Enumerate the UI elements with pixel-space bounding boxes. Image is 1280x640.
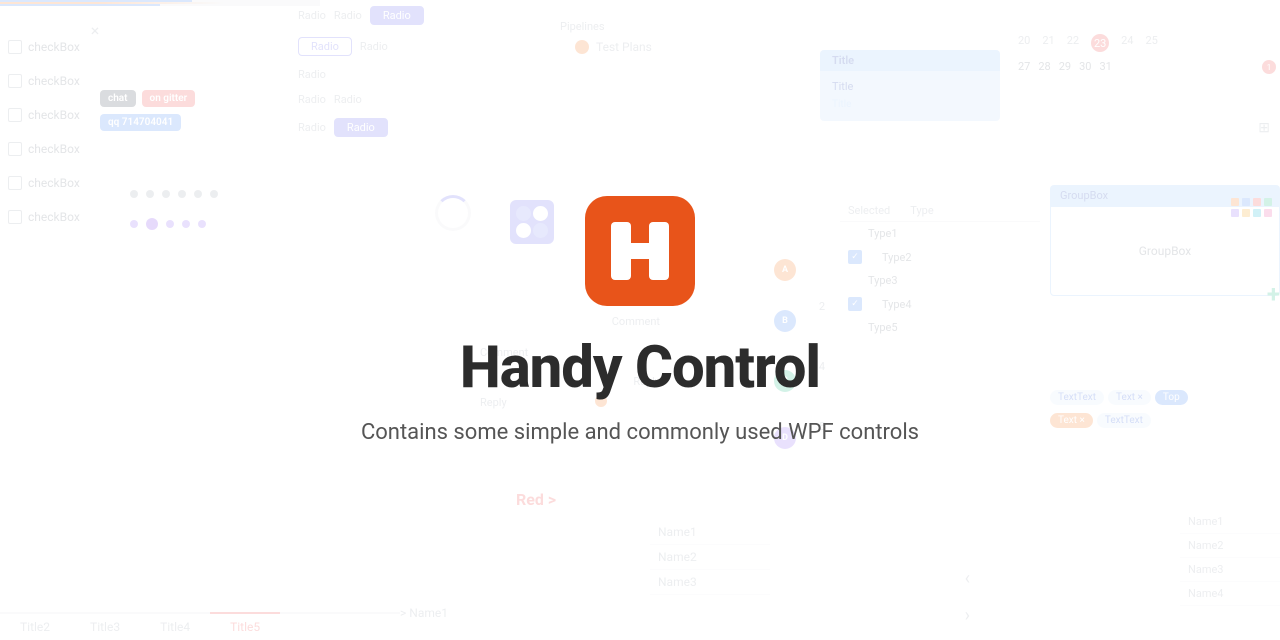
logo-h-icon [605,216,675,286]
foreground-content: Handy Control Contains some simple and c… [0,0,1280,640]
app-title: Handy Control [460,334,820,402]
app-logo [585,196,695,306]
app-subtitle: Contains some simple and commonly used W… [361,420,919,445]
